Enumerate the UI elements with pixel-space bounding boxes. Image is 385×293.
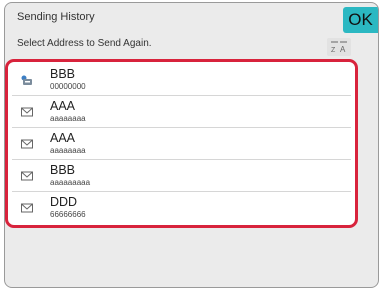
email-icon <box>21 139 33 149</box>
list-item[interactable]: BBB aaaaaaaaa <box>12 162 351 192</box>
ok-button[interactable]: OK <box>343 7 378 33</box>
list-item-address: aaaaaaaaa <box>50 178 91 187</box>
list-item-address: 00000000 <box>50 82 86 91</box>
email-icon <box>21 171 33 181</box>
list-item-name: BBB <box>50 67 76 81</box>
list-item-address: aaaaaaaa <box>50 114 86 123</box>
list-item-name: AAA <box>50 131 76 145</box>
list-item[interactable]: AAA aaaaaaaa <box>12 98 351 128</box>
fax-icon <box>21 75 32 85</box>
sending-history-panel: Sending History OK Select Address to Sen… <box>4 2 379 288</box>
list-item[interactable]: BBB 00000000 <box>12 66 351 96</box>
list-item-name: DDD <box>50 195 78 209</box>
email-icon <box>21 107 33 117</box>
list-item[interactable]: AAA aaaaaaaa <box>12 130 351 160</box>
list-item-address: aaaaaaaa <box>50 146 86 155</box>
list-item-address: 66666666 <box>50 210 86 219</box>
list-item-name: BBB <box>50 163 76 177</box>
svg-text:Z: Z <box>331 47 336 54</box>
instruction-text: Select Address to Send Again. <box>17 38 152 49</box>
email-icon <box>21 203 33 213</box>
svg-text:A: A <box>340 45 346 54</box>
sending-history-list: BBB 00000000 AAA aaaaaaaa AAA aaaaaaaa B… <box>5 59 358 228</box>
sort-az-icon[interactable]: Z A <box>327 38 351 56</box>
page-title: Sending History <box>17 11 95 23</box>
list-item-name: AAA <box>50 99 76 113</box>
list-item[interactable]: DDD 66666666 <box>12 194 351 224</box>
